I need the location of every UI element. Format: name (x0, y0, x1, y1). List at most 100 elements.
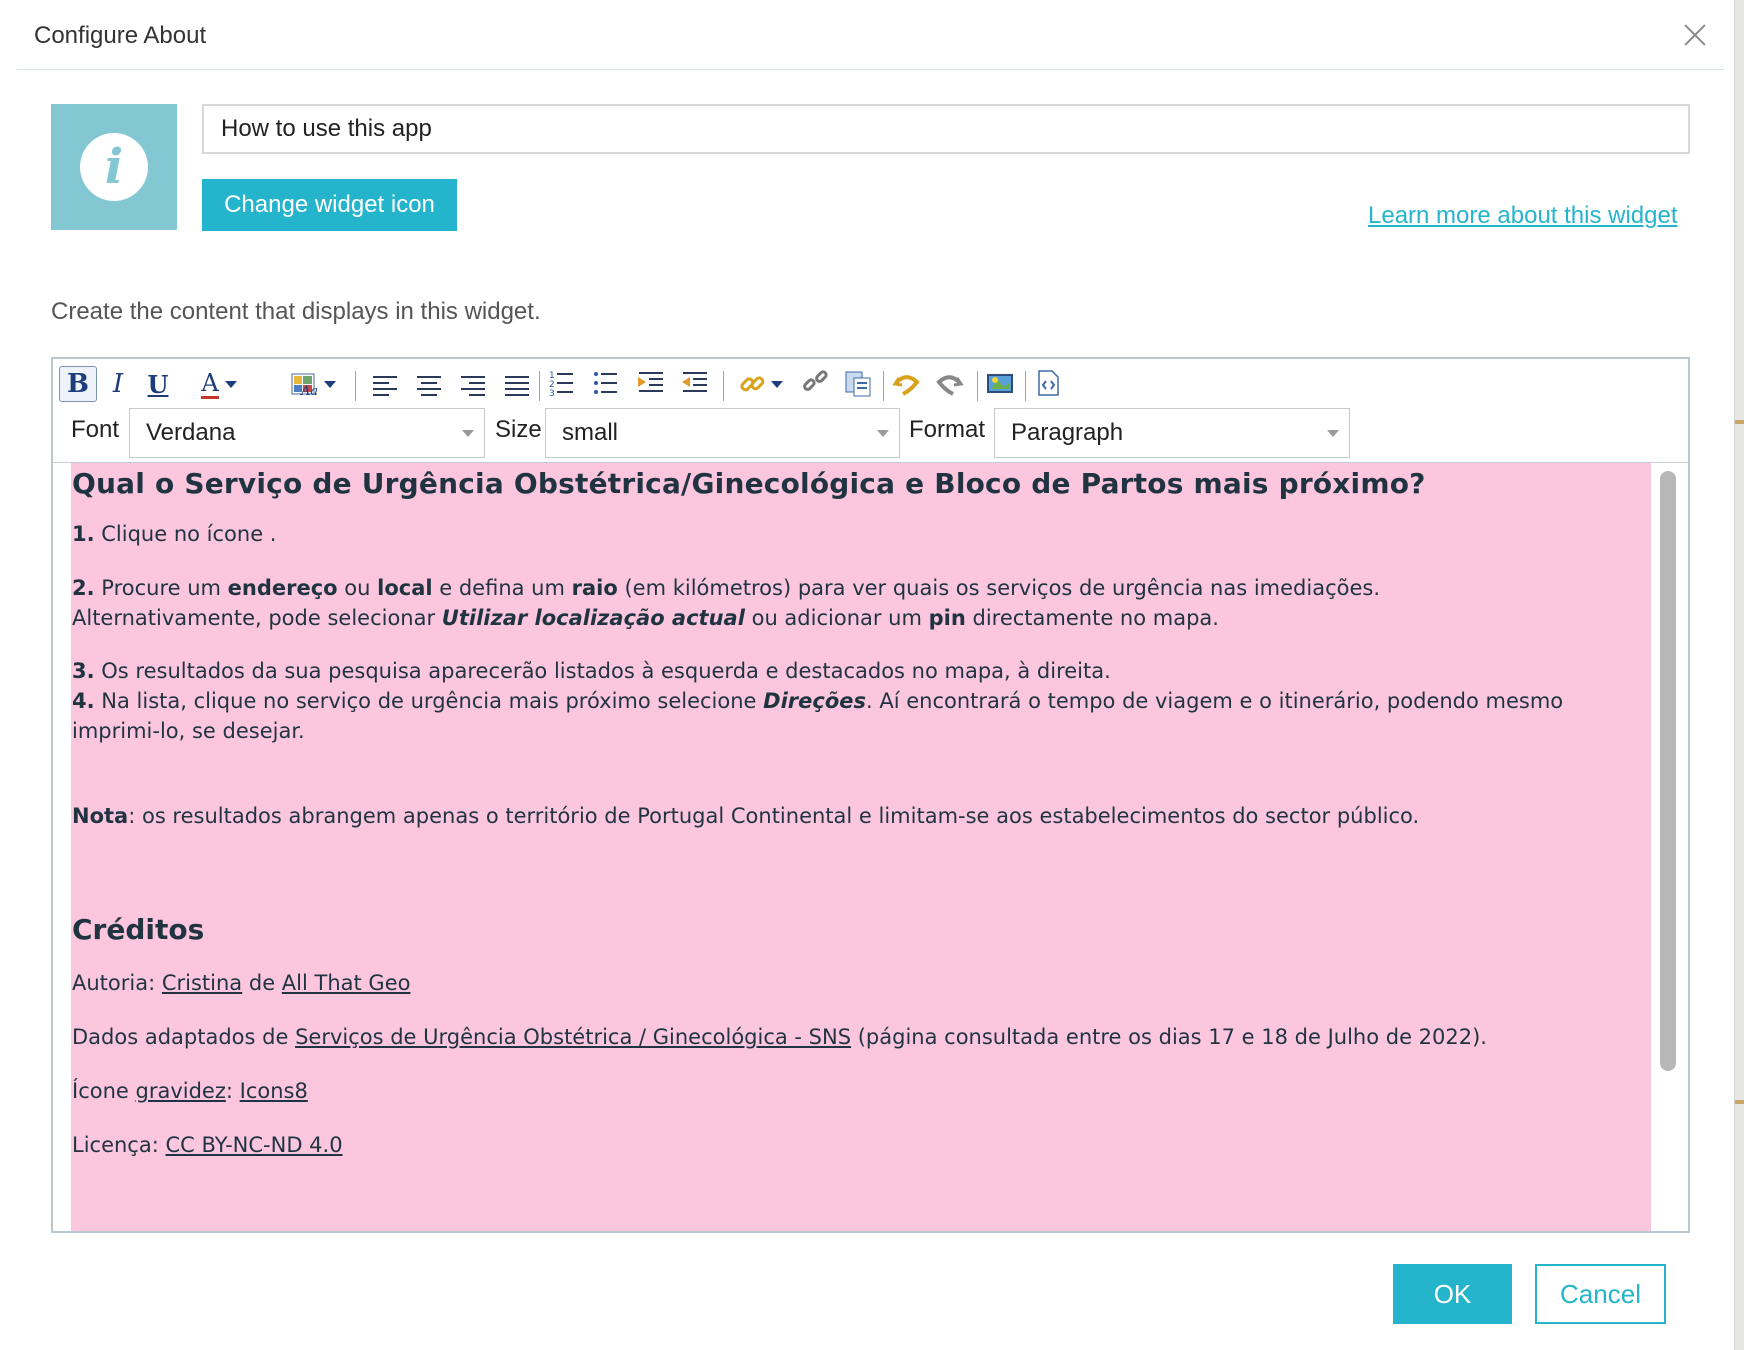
data-source-link[interactable]: Serviços de Urgência Obstétrica / Gineco… (295, 1025, 851, 1049)
chevron-down-icon (771, 380, 783, 388)
step-3-text: Os resultados da sua pesquisa aparecerão… (94, 659, 1111, 683)
step-2-text-b: endereço (227, 576, 338, 600)
icon-word-link[interactable]: gravidez (136, 1079, 226, 1103)
step-4-text-c: . Aí encontrará o tempo de viagem e o it… (866, 689, 1564, 713)
author-prefix: Autoria: (72, 971, 162, 995)
align-right-icon[interactable] (453, 368, 485, 398)
chevron-down-icon (324, 380, 336, 388)
configure-dialog: Configure About i Change widget icon Lea… (0, 0, 1735, 1350)
highlight-swatch-icon: Aa (291, 373, 318, 398)
step-2-line-2-a: Alternativamente, pode selecionar (72, 606, 442, 630)
note-label: Nota (72, 804, 129, 828)
font-select[interactable]: Verdana (129, 408, 485, 458)
undo-icon[interactable] (891, 368, 921, 398)
icons8-link[interactable]: Icons8 (240, 1079, 308, 1103)
view-source-icon[interactable] (1033, 368, 1063, 398)
justify-icon[interactable] (497, 368, 529, 398)
format-select-value: Paragraph (1011, 419, 1124, 446)
license-link[interactable]: CC BY-NC-ND 4.0 (165, 1133, 342, 1157)
paste-icon[interactable] (843, 368, 873, 398)
credit-icon: Ícone gravidez: Icons8 (72, 1076, 308, 1106)
insert-image-icon[interactable] (985, 368, 1015, 398)
outdent-glyph (682, 372, 707, 392)
step-2-text-e: e defina um (432, 576, 572, 600)
change-widget-icon-button[interactable]: Change widget icon (202, 179, 457, 231)
chevron-down-icon (462, 430, 474, 437)
font-select-value: Verdana (146, 419, 236, 446)
scrollbar-thumb[interactable] (1660, 471, 1676, 1071)
font-color-glyph: A (201, 368, 219, 399)
step-4-number: 4. (72, 689, 95, 713)
toolbar-divider (539, 371, 540, 401)
redo-icon[interactable] (935, 368, 965, 398)
step-4: 4. Na lista, clique no serviço de urgênc… (72, 686, 1563, 716)
toolbar-divider (1025, 371, 1026, 401)
toolbar-divider (723, 371, 724, 401)
italic-icon[interactable]: I (103, 366, 133, 402)
toolbar-divider (355, 371, 356, 401)
font-color-icon[interactable]: A (191, 366, 247, 402)
icon-prefix: Ícone (72, 1079, 136, 1103)
author-org-link[interactable]: All That Geo (282, 971, 411, 995)
widget-icon-preview: i (51, 104, 177, 230)
background-app-edge (1735, 0, 1744, 1350)
step-2-text-g: (em kilómetros) para ver quais os serviç… (617, 576, 1380, 600)
credit-data: Dados adaptados de Serviços de Urgência … (72, 1022, 1487, 1052)
author-link[interactable]: Cristina (162, 971, 242, 995)
learn-more-link[interactable]: Learn more about this widget (1368, 202, 1678, 230)
editor-content-area[interactable]: Qual o Serviço de Urgência Obstétrica/Gi… (53, 463, 1688, 1231)
size-label: Size (495, 416, 542, 443)
close-icon[interactable] (1680, 20, 1710, 50)
size-select[interactable]: small (545, 408, 900, 458)
ok-button[interactable]: OK (1393, 1264, 1512, 1324)
underline-icon[interactable]: U (141, 366, 175, 402)
align-center-icon[interactable] (409, 368, 441, 398)
bulleted-list-icon[interactable] (591, 368, 621, 398)
chevron-down-icon (1327, 430, 1339, 437)
step-4-text-b: Direções (763, 689, 867, 713)
image-glyph (987, 374, 1013, 393)
step-2: 2. Procure um endereço ou local e defina… (72, 573, 1380, 603)
step-4-text-a: Na lista, clique no serviço de urgência … (94, 689, 764, 713)
indent-glyph (638, 372, 663, 392)
step-3-number: 3. (72, 659, 95, 683)
widget-title-input[interactable] (202, 104, 1690, 154)
info-icon: i (80, 133, 148, 201)
font-label: Font (71, 416, 120, 443)
numbered-list-icon[interactable]: 123 (547, 368, 577, 399)
dialog-header: Configure About (17, 0, 1724, 70)
bold-icon[interactable]: B (59, 366, 97, 402)
indent-icon[interactable] (635, 368, 665, 398)
author-mid: de (242, 971, 282, 995)
format-select[interactable]: Paragraph (994, 408, 1350, 458)
svg-text:3: 3 (549, 389, 555, 398)
content-heading: Qual o Serviço de Urgência Obstétrica/Gi… (72, 467, 1426, 500)
unlink-icon[interactable] (801, 368, 831, 398)
step-1: 1. Clique no ícone . (72, 519, 276, 549)
dialog-title: Configure About (34, 22, 207, 49)
note-text: : os resultados abrangem apenas o territ… (128, 804, 1420, 828)
step-2-number: 2. (72, 576, 95, 600)
license-prefix: Licença: (72, 1133, 166, 1157)
step-2-line-2: Alternativamente, pode selecionar Utiliz… (72, 603, 1219, 633)
broken-link-glyph (803, 370, 828, 391)
bulleted-list-glyph (594, 372, 617, 394)
step-2-line-2-b: Utilizar localização actual (441, 606, 745, 630)
step-2-line-2-e: directamente no mapa. (965, 606, 1219, 630)
align-left-icon[interactable] (365, 368, 397, 398)
redo-arrow-glyph (936, 375, 964, 396)
icon-sep: : (225, 1079, 240, 1103)
link-icon[interactable] (733, 366, 789, 402)
undo-arrow-glyph (892, 375, 920, 396)
step-2-line-2-d: pin (928, 606, 966, 630)
outdent-icon[interactable] (679, 368, 709, 398)
step-2-text-c: ou (337, 576, 378, 600)
cancel-button[interactable]: Cancel (1535, 1264, 1666, 1324)
format-label: Format (909, 416, 986, 443)
editor-toolbar: B I U A Aa 1 2 3 Font Verdana Size small… (53, 359, 1688, 463)
chevron-down-icon (224, 380, 237, 388)
rich-text-editor: B I U A Aa 1 2 3 Font Verdana Size small… (51, 357, 1690, 1233)
highlight-color-icon[interactable]: Aa (285, 366, 341, 402)
svg-text:Aa: Aa (300, 384, 318, 398)
toolbar-divider (977, 371, 978, 401)
